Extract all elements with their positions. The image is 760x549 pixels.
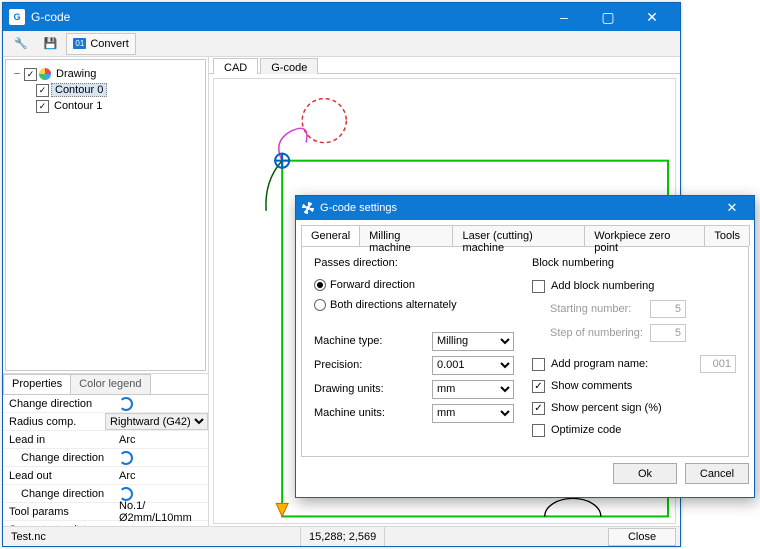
tab-milling[interactable]: Milling machine — [359, 225, 453, 246]
prop-k-0: Change direction — [3, 398, 115, 410]
status-close-button[interactable]: Close — [608, 528, 676, 546]
prop-k-3: Change direction — [3, 452, 115, 464]
tab-tools[interactable]: Tools — [704, 225, 750, 246]
tree-check-1[interactable]: ✓ — [36, 100, 49, 113]
convert-button[interactable]: 01 Convert — [66, 33, 135, 55]
maximize-button[interactable]: ▢ — [586, 3, 630, 31]
tree-label-0: Contour 0 — [51, 83, 107, 97]
app-icon: G — [9, 9, 25, 25]
tab-gcode[interactable]: G-code — [260, 58, 318, 74]
status-coords: 15,288; 2,569 — [301, 527, 385, 546]
dialog-title: G-code settings — [320, 202, 716, 214]
dialog-close-button[interactable]: ✕ — [716, 196, 748, 220]
main-titlebar[interactable]: G G-code – ▢ ✕ — [3, 3, 680, 31]
tree-root-label: Drawing — [53, 68, 99, 80]
tab-cad[interactable]: CAD — [213, 58, 258, 74]
dialog-titlebar[interactable]: G-code settings ✕ — [296, 196, 754, 220]
gear-icon — [302, 202, 314, 214]
properties-grid: Change direction Radius comp. Rightward (… — [3, 394, 208, 526]
tree-root[interactable]: − ✓ Drawing — [10, 66, 201, 82]
cad-tabs: CAD G-code — [209, 57, 680, 74]
settings-dialog: G-code settings ✕ General Milling machin… — [295, 195, 755, 498]
step-input[interactable] — [650, 324, 686, 342]
prop-v-6[interactable]: No.1/Ø2mm/L10mm — [115, 500, 208, 524]
tool-save[interactable]: 💾 — [37, 33, 65, 55]
tree-label-1: Contour 1 — [51, 100, 105, 112]
starting-label: Starting number: — [532, 303, 650, 315]
machine-type-label: Machine type: — [314, 335, 432, 347]
machine-units-label: Machine units: — [314, 407, 432, 419]
cancel-button[interactable]: Cancel — [685, 463, 749, 484]
drawing-tree[interactable]: − ✓ Drawing ✓ Contour 0 ✓ Contour 1 — [5, 59, 206, 371]
prop-k-2: Lead in — [3, 434, 115, 446]
tree-check-0[interactable]: ✓ — [36, 84, 49, 97]
tab-properties[interactable]: Properties — [3, 374, 71, 394]
tree-item-0[interactable]: ✓ Contour 0 — [10, 82, 201, 98]
dialog-content: Passes direction: Forward direction Both… — [301, 247, 749, 457]
prop-k-4: Lead out — [3, 470, 115, 482]
refresh-icon[interactable] — [119, 451, 133, 465]
check-show-comments[interactable]: Show comments — [532, 375, 736, 397]
radius-comp-select[interactable]: Rightward (G42) — [105, 413, 208, 430]
drawing-icon — [39, 68, 51, 80]
collapse-icon[interactable]: − — [12, 68, 22, 80]
left-pane: − ✓ Drawing ✓ Contour 0 ✓ Contour 1 Prop… — [3, 57, 209, 526]
machine-units-select[interactable]: mm — [432, 404, 514, 423]
checkbox-icon — [532, 380, 545, 393]
prop-v-4[interactable]: Arc — [115, 470, 208, 482]
tab-workpiece[interactable]: Workpiece zero point — [584, 225, 705, 246]
ok-button[interactable]: Ok — [613, 463, 677, 484]
drawing-units-label: Drawing units: — [314, 383, 432, 395]
precision-label: Precision: — [314, 359, 432, 371]
precision-select[interactable]: 0.001 — [432, 356, 514, 375]
tree-item-1[interactable]: ✓ Contour 1 — [10, 98, 201, 114]
block-num-label: Block numbering — [532, 257, 736, 269]
drawing-units-select[interactable]: mm — [432, 380, 514, 399]
status-file: Test.nc — [3, 527, 301, 546]
statusbar: Test.nc 15,288; 2,569 Close — [3, 526, 680, 546]
check-add-program[interactable]: Add program name: — [532, 353, 736, 375]
prop-k-1: Radius comp. — [3, 416, 101, 428]
prop-v-2[interactable]: Arc — [115, 434, 208, 446]
radio-icon — [314, 299, 326, 311]
dialog-tabs: General Milling machine Laser (cutting) … — [301, 225, 749, 247]
toolbar: 🔧 💾 01 Convert — [3, 31, 680, 57]
machine-type-select[interactable]: Milling — [432, 332, 514, 351]
radio-forward[interactable]: Forward direction — [314, 275, 514, 295]
checkbox-icon — [532, 358, 545, 371]
starting-input[interactable] — [650, 300, 686, 318]
radio-icon — [314, 279, 326, 291]
wrench-icon: 🔧 — [14, 37, 28, 50]
refresh-icon[interactable] — [119, 397, 133, 411]
tab-color-legend[interactable]: Color legend — [70, 374, 150, 394]
dialog-buttons: Ok Cancel — [301, 463, 749, 484]
step-label: Step of numbering: — [532, 327, 650, 339]
tab-laser[interactable]: Laser (cutting) machine — [452, 225, 585, 246]
convert-badge-icon: 01 — [73, 38, 86, 49]
properties-tabs: Properties Color legend — [3, 373, 208, 394]
refresh-icon[interactable] — [119, 487, 133, 501]
checkbox-icon — [532, 402, 545, 415]
prop-k-5: Change direction — [3, 488, 115, 500]
window-title: G-code — [31, 10, 542, 24]
checkbox-icon — [532, 424, 545, 437]
program-name-input[interactable] — [700, 355, 736, 373]
convert-label: Convert — [90, 38, 129, 50]
save-icon: 💾 — [44, 37, 58, 50]
prop-k-6: Tool params — [3, 506, 115, 518]
tool-wrench[interactable]: 🔧 — [7, 33, 35, 55]
minimize-button[interactable]: – — [542, 3, 586, 31]
passes-label: Passes direction: — [314, 257, 514, 269]
check-show-percent[interactable]: Show percent sign (%) — [532, 397, 736, 419]
check-optimize[interactable]: Optimize code — [532, 419, 736, 441]
tree-root-check[interactable]: ✓ — [24, 68, 37, 81]
close-button[interactable]: ✕ — [630, 3, 674, 31]
checkbox-icon — [532, 280, 545, 293]
radio-both[interactable]: Both directions alternately — [314, 295, 514, 315]
tab-general[interactable]: General — [301, 225, 360, 246]
check-add-block[interactable]: Add block numbering — [532, 275, 736, 297]
